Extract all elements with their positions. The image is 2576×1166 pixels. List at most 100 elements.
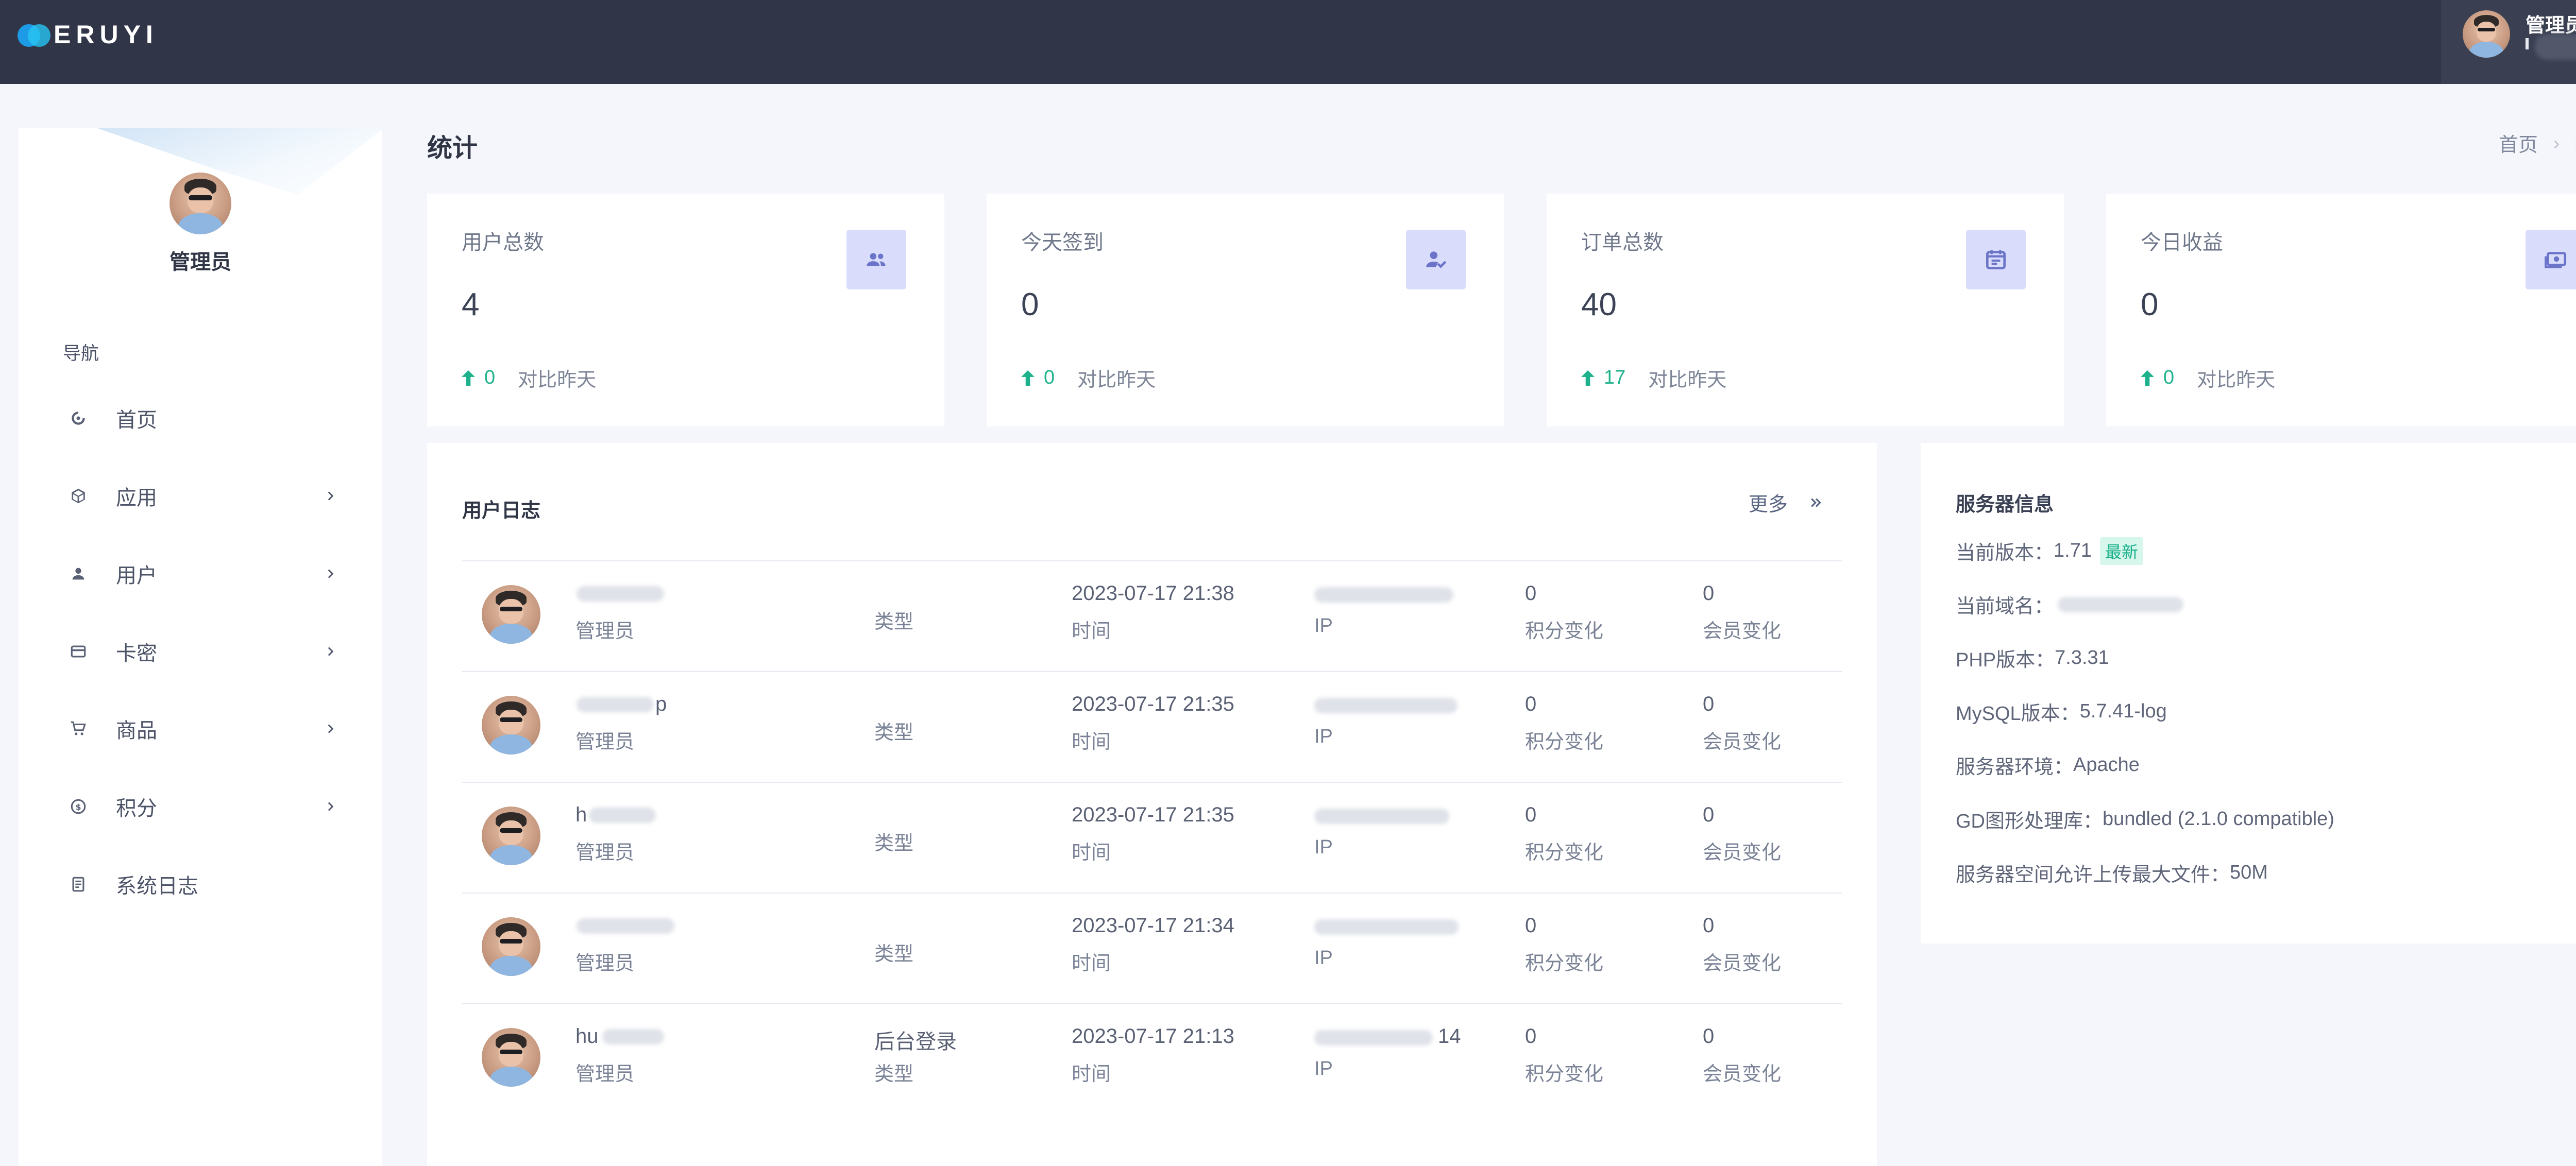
sidebar-avatar[interactable]: [170, 173, 231, 234]
stat-label: 今天签到: [1021, 231, 1104, 254]
arrow-up-icon: [2141, 370, 2154, 386]
redacted-ip: [1314, 1030, 1433, 1045]
log-user-role: 管理员: [575, 1064, 635, 1085]
redacted-ip: [1314, 698, 1458, 713]
stat-compare-label: 对比昨天: [1648, 369, 1727, 391]
server-info-environment: 服务器环境： Apache: [1956, 751, 2140, 779]
log-time-label: 时间: [1072, 731, 1111, 753]
dashboard-icon: [68, 408, 89, 428]
stat-card-orders: 订单总数 40 17 对比昨天: [1547, 194, 2064, 426]
server-info-value: 50M: [2230, 862, 2268, 883]
sidebar-item-apps[interactable]: 应用: [19, 473, 382, 519]
sidebar-item-goods[interactable]: 商品: [19, 706, 382, 752]
sidebar-user-name: 管理员: [170, 251, 231, 273]
calendar-icon: [1966, 230, 2026, 289]
sidebar-item-system-log[interactable]: 系统日志: [19, 861, 382, 907]
breadcrumb-home-link[interactable]: 首页: [2499, 129, 2538, 157]
stat-trend: 0 对比昨天: [1021, 364, 1156, 392]
server-info-label: 当前域名：: [1956, 596, 2054, 618]
breadcrumb: 首页 › 统计: [2499, 129, 2576, 157]
header-user-name: 管理员: [2526, 15, 2576, 37]
chevron-right-icon: [320, 718, 341, 739]
log-user-role: 管理员: [575, 731, 635, 753]
stat-label: 今日收益: [2141, 231, 2223, 254]
money-icon: [2526, 230, 2576, 289]
app-logo[interactable]: ERUYI: [18, 20, 158, 49]
sidebar-item-label: 首页: [116, 409, 157, 432]
log-type-label: 类型: [874, 722, 914, 744]
user-menu[interactable]: 管理员: [2441, 0, 2576, 84]
sidebar-item-label: 卡密: [116, 642, 157, 665]
stat-trend: 0 对比昨天: [462, 364, 596, 392]
stat-compare-label: 对比昨天: [2197, 369, 2276, 391]
log-points-label: 积分变化: [1525, 953, 1604, 974]
avatar: [2463, 10, 2510, 58]
log-icon: [68, 874, 89, 895]
stat-value: 4: [462, 287, 480, 322]
stat-trend: 0 对比昨天: [2141, 364, 2275, 392]
log-time: 2023-07-17 21:38: [1072, 582, 1234, 605]
log-points-label: 积分变化: [1525, 621, 1604, 642]
chevron-right-icon: [320, 641, 341, 662]
top-bar: ERUYI 管理员: [0, 0, 2576, 84]
log-member-label: 会员变化: [1703, 621, 1782, 642]
server-info-label: PHP版本：: [1956, 649, 2055, 671]
server-info-label: GD图形处理库：: [1956, 811, 2103, 832]
log-time-label: 时间: [1072, 953, 1111, 974]
arrow-up-icon: [462, 370, 475, 386]
log-user-name: p: [655, 693, 667, 715]
page-title: 统计: [427, 134, 478, 162]
log-time-label: 时间: [1072, 1064, 1111, 1085]
log-time: 2023-07-17 21:34: [1072, 914, 1234, 937]
sidebar-item-label: 用户: [116, 564, 157, 587]
sidebar-item-label: 积分: [116, 797, 157, 820]
sidebar-item-users[interactable]: 用户: [19, 551, 382, 597]
log-ip-label: IP: [1314, 1058, 1333, 1079]
sidebar-item-label: 系统日志: [116, 875, 198, 898]
more-link[interactable]: 更多: [1749, 488, 1824, 517]
table-row[interactable]: 管理员 类型 2023-07-17 21:38 时间 IP 0 积分变化 0 会…: [462, 560, 1842, 671]
log-points: 0: [1525, 914, 1537, 937]
chevron-right-icon: [320, 563, 341, 584]
stat-compare-label: 对比昨天: [518, 369, 597, 391]
server-info-title: 服务器信息: [1956, 494, 2054, 516]
chevron-right-icon: [320, 486, 341, 506]
redacted-name: [577, 586, 664, 602]
log-member-label: 会员变化: [1703, 731, 1782, 753]
user-log-list: 管理员 类型 2023-07-17 21:38 时间 IP 0 积分变化 0 会…: [462, 560, 1842, 1114]
sidebar-decoration: [96, 128, 384, 195]
stat-label: 用户总数: [462, 231, 544, 254]
stat-card-revenue: 今日收益 0 0 对比昨天: [2106, 194, 2576, 426]
log-type-label: 类型: [874, 1064, 914, 1085]
log-time-label: 时间: [1072, 842, 1111, 864]
log-type-label: 类型: [874, 611, 914, 633]
server-info-gd: GD图形处理库： bundled (2.1.0 compatible): [1956, 805, 2334, 833]
log-type-label: 类型: [874, 944, 914, 965]
table-row[interactable]: p 管理员 类型 2023-07-17 21:35 时间 IP 0 积分变化 0…: [462, 671, 1842, 782]
log-points-label: 积分变化: [1525, 731, 1604, 753]
log-ip-label: IP: [1314, 615, 1333, 637]
table-row[interactable]: h 管理员 类型 2023-07-17 21:35 时间 IP 0 积分变化 0…: [462, 782, 1842, 893]
log-user-name: h: [575, 803, 587, 826]
svg-text:$: $: [76, 802, 81, 812]
redacted-name: [602, 1029, 664, 1044]
log-user-role: 管理员: [575, 842, 635, 864]
sidebar-item-label: 应用: [116, 487, 157, 509]
table-row[interactable]: hu 管理员 后台登录 类型 2023-07-17 21:13 时间 14 IP…: [462, 1003, 1842, 1114]
log-time-label: 时间: [1072, 621, 1111, 642]
sidebar-item-cards[interactable]: 卡密: [19, 628, 382, 675]
log-user-role: 管理员: [575, 953, 635, 974]
user-icon: [68, 563, 89, 584]
logo-text: ERUYI: [54, 20, 158, 49]
table-row[interactable]: 管理员 类型 2023-07-17 21:34 时间 IP 0 积分变化 0 会…: [462, 893, 1842, 1003]
log-member: 0: [1703, 582, 1715, 605]
sidebar-item-home[interactable]: 首页: [19, 395, 382, 441]
log-points: 0: [1525, 803, 1537, 826]
arrow-up-icon: [1021, 370, 1035, 386]
redacted-ip: [1314, 919, 1459, 935]
chevron-right-icon: [320, 796, 341, 817]
sidebar-item-points[interactable]: $ 积分: [19, 783, 382, 830]
stat-value: 40: [1581, 287, 1617, 322]
server-info-label: MySQL版本：: [1956, 703, 2080, 725]
stat-card-checkins: 今天签到 0 0 对比昨天: [987, 194, 1504, 426]
